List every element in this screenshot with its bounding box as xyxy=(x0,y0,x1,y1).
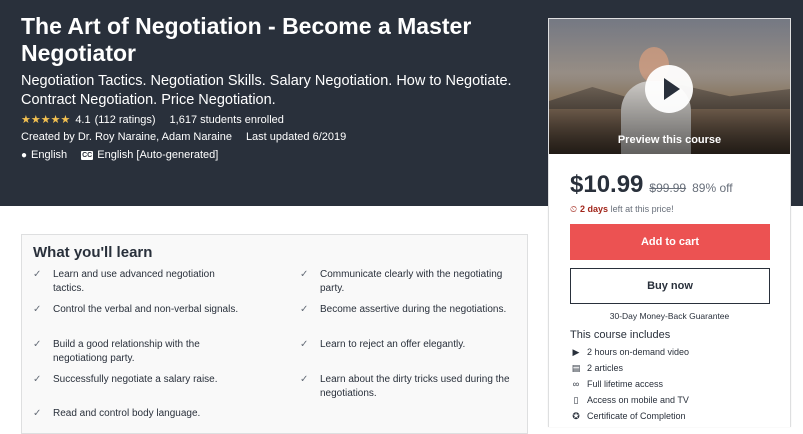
learn-item: ✓ Learn about the dirty tricks used durin… xyxy=(300,374,510,399)
include-item-video: ▶ 2 hours on-demand video xyxy=(570,344,690,360)
article-icon: ▤ xyxy=(571,362,581,373)
discount-percent: 89% off xyxy=(692,181,733,195)
rating-count-link[interactable]: (112 ratings) xyxy=(95,114,156,126)
preview-label[interactable]: Preview this course xyxy=(549,134,790,146)
include-item-certificate: ✪ Certificate of Completion xyxy=(570,408,689,424)
current-price: $10.99 xyxy=(570,171,644,198)
learn-item: ✓ Communicate clearly with the negotiatin… xyxy=(300,269,503,294)
price-row: $10.99 $99.99 89% off xyxy=(570,171,733,199)
students-enrolled: 1,617 students enrolled xyxy=(169,113,284,126)
learn-list-left: ✓ Learn and use advanced negotiation tact… xyxy=(33,268,243,421)
check-icon: ✓ xyxy=(33,339,42,350)
meta-row: Created by Dr. Roy Naraine, Adam Naraine… xyxy=(21,131,346,143)
language: English xyxy=(31,149,68,161)
course-preview-video[interactable]: Preview this course xyxy=(549,19,790,154)
check-icon: ✓ xyxy=(300,304,309,315)
learn-item: ✓ Control the verbal and non-verbal signa… xyxy=(33,304,239,315)
original-price: $99.99 xyxy=(649,181,687,195)
include-item-articles: ▤ 2 articles xyxy=(571,362,624,374)
check-icon: ✓ xyxy=(300,374,309,385)
buy-now-button[interactable]: Buy now xyxy=(570,268,770,304)
created-by: Created by Dr. Roy Naraine, Adam Naraine xyxy=(21,131,232,143)
video-icon: ▶ xyxy=(572,346,580,357)
globe-icon: ● xyxy=(21,149,28,161)
learn-item: ✓ Learn to reject an offer elegantly. xyxy=(300,339,466,350)
learn-item: ✓ Read and control body language. xyxy=(33,408,201,419)
timer-text: left at this price! xyxy=(608,204,674,214)
timer-days: 2 days xyxy=(580,204,609,214)
rating-value: 4.1 xyxy=(75,113,91,126)
check-icon: ✓ xyxy=(300,269,309,280)
infinity-icon: ∞ xyxy=(572,379,580,389)
captions-language: English [Auto-generated] xyxy=(97,149,219,161)
course-subtitle: Negotiation Tactics. Negotiation Skills.… xyxy=(21,73,512,108)
check-icon: ✓ xyxy=(33,374,42,385)
learn-item: ✓ Learn and use advanced negotiation tact… xyxy=(33,269,215,294)
purchase-sidebar: Preview this course $10.99 $99.99 89% of… xyxy=(548,18,791,427)
closed-captions-icon: CC xyxy=(81,150,94,160)
includes-title: This course includes xyxy=(570,329,671,341)
what-youll-learn-box: What you'll learn ✓ Learn and use advance… xyxy=(21,234,528,434)
check-icon: ✓ xyxy=(33,408,42,419)
what-youll-learn-title: What you'll learn xyxy=(33,244,153,261)
money-back-guarantee: 30-Day Money-Back Guarantee xyxy=(609,311,730,321)
learn-item: ✓ Become assertive during the negotiation… xyxy=(300,304,507,315)
learn-item: ✓ Successfully negotiate a salary raise. xyxy=(33,374,218,385)
last-updated: Last updated 6/2019 xyxy=(245,131,347,143)
course-title: The Art of Negotiation - Become a Master… xyxy=(21,13,472,66)
rating-row: ★★★★★ 4.1 (112 ratings) 1,617 students e… xyxy=(21,113,284,127)
learn-list-right: ✓ Communicate clearly with the negotiatin… xyxy=(300,268,510,407)
learn-item: ✓ Build a good relationship with the nego… xyxy=(33,339,200,364)
includes-list: ▶ 2 hours on-demand video ▤ 2 articles ∞ Fu… xyxy=(570,344,689,424)
check-icon: ✓ xyxy=(33,304,42,315)
language-row: ● English CC English [Auto-generated] xyxy=(21,149,218,161)
include-item-lifetime: ∞ Full lifetime access xyxy=(570,376,689,392)
check-icon: ✓ xyxy=(300,339,309,350)
mobile-icon: ▯ xyxy=(573,394,579,405)
discount-timer: ⏲ 2 days left at this price! xyxy=(570,204,674,215)
play-icon[interactable] xyxy=(645,65,693,113)
include-item-mobile: ▯ Access on mobile and TV xyxy=(570,392,689,408)
check-icon: ✓ xyxy=(33,269,42,280)
certificate-icon: ✪ xyxy=(572,410,580,421)
add-to-cart-button[interactable]: Add to cart xyxy=(570,224,770,260)
rating-stars-icon: ★★★★★ xyxy=(21,114,71,126)
alarm-clock-icon: ⏲ xyxy=(570,204,578,214)
